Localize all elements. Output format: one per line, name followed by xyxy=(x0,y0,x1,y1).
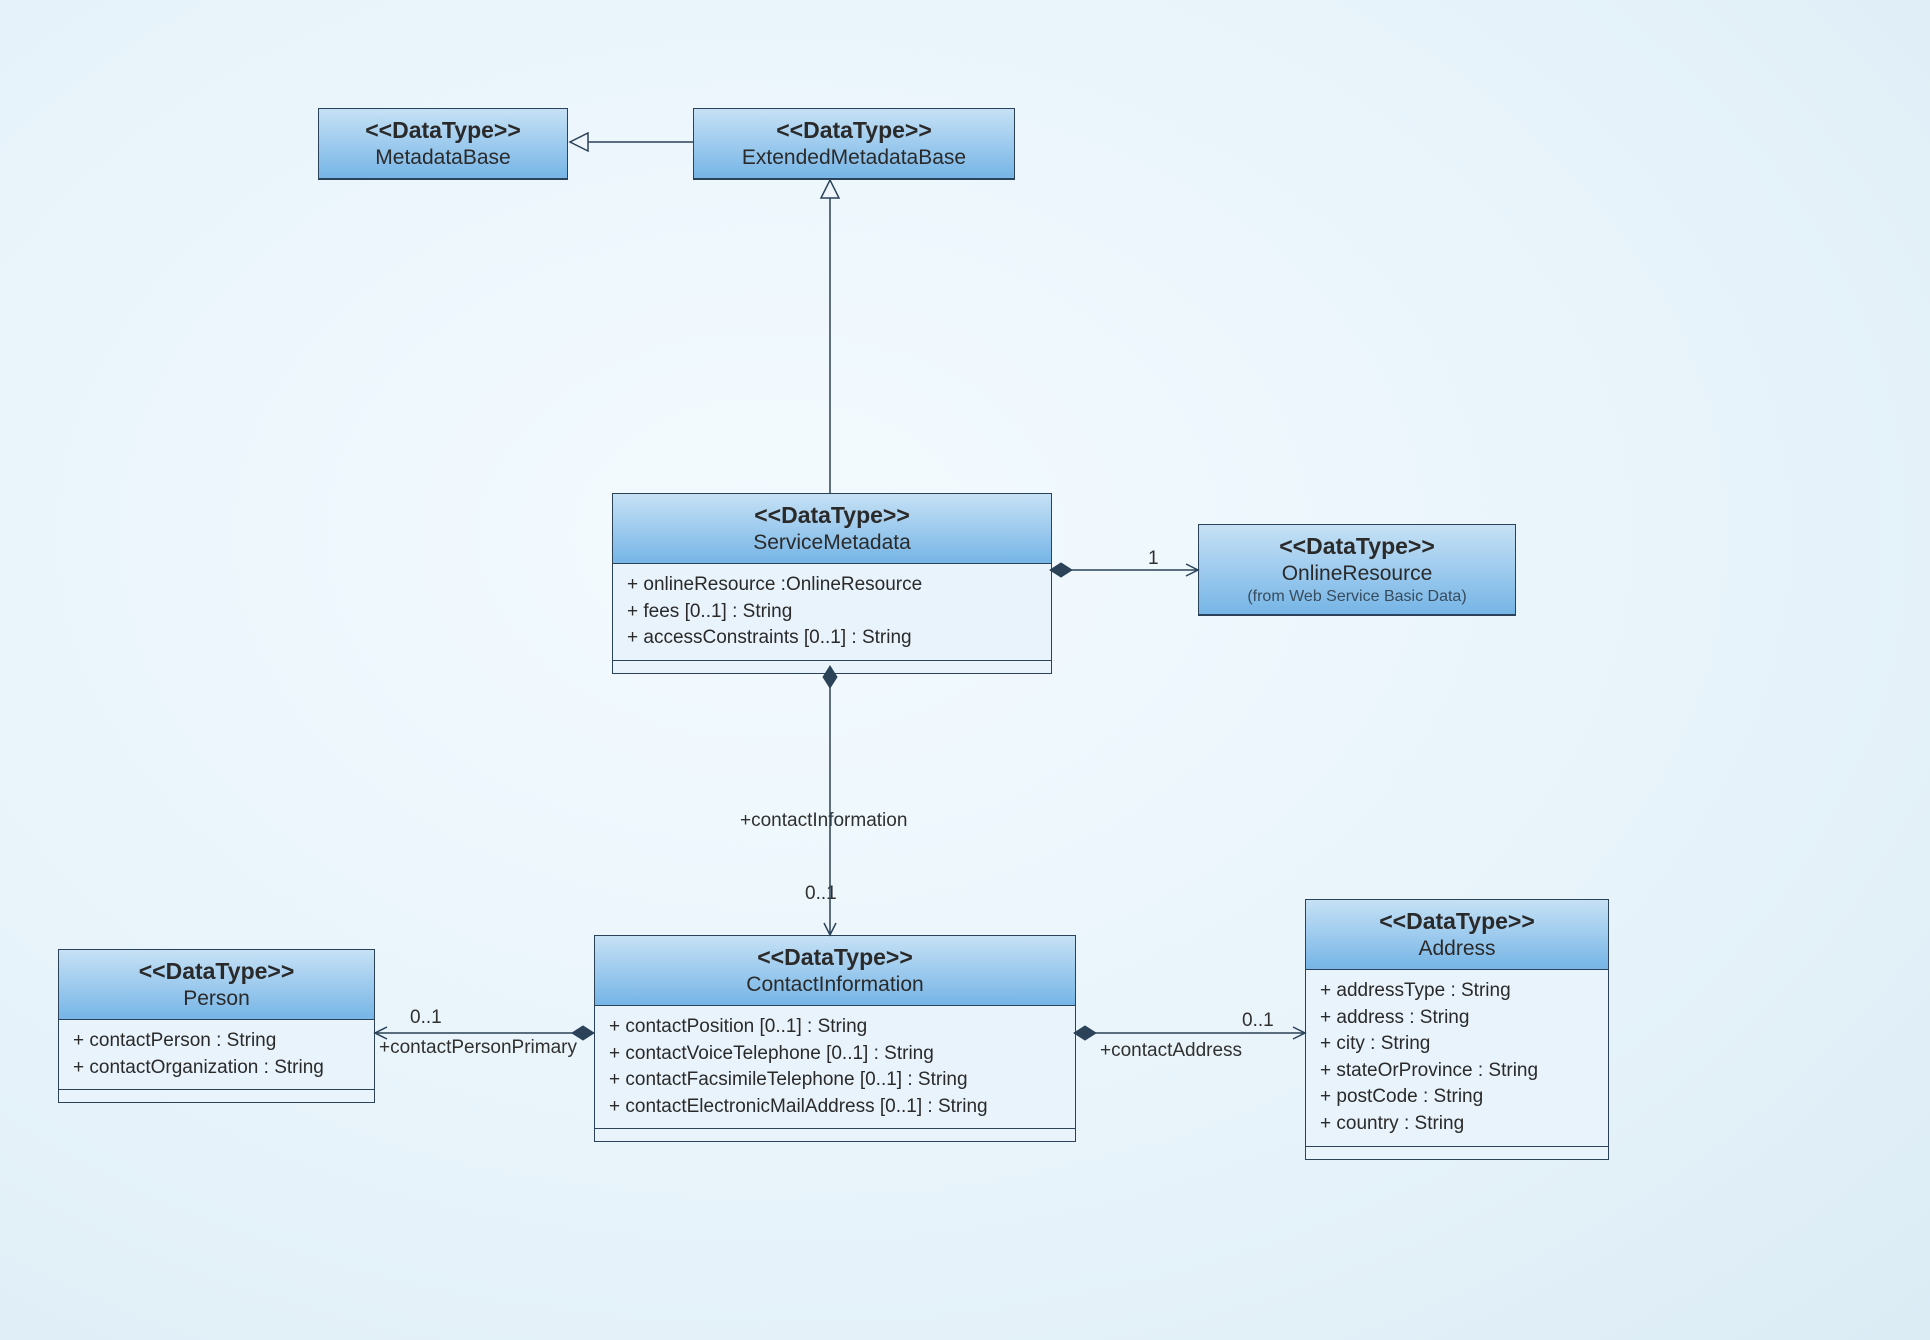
class-person: <<DataType>> Person + contactPerson : St… xyxy=(58,949,375,1103)
label-contact-information-role: +contactInformation xyxy=(740,810,907,832)
label-contact-information-mult: 0..1 xyxy=(805,883,837,905)
attr: + contactPosition [0..1] : String xyxy=(609,1014,1061,1041)
class-name: ContactInformation xyxy=(607,973,1063,997)
stereotype: <<DataType>> xyxy=(607,944,1063,971)
class-attributes: + contactPosition [0..1] : String + cont… xyxy=(595,1006,1075,1129)
label-online-resource-mult: 1 xyxy=(1148,548,1159,570)
stereotype: <<DataType>> xyxy=(71,958,362,985)
class-name: Address xyxy=(1318,937,1596,961)
stereotype: <<DataType>> xyxy=(706,117,1002,144)
class-operations xyxy=(59,1090,374,1102)
class-operations xyxy=(1306,1147,1608,1159)
class-metadata-base: <<DataType>> MetadataBase xyxy=(318,108,568,180)
class-name: Person xyxy=(71,987,362,1011)
label-contact-person-primary: +contactPersonPrimary xyxy=(379,1037,577,1059)
attr: + country : String xyxy=(1320,1111,1594,1138)
attr: + postCode : String xyxy=(1320,1084,1594,1111)
uml-diagram-canvas: <<DataType>> MetadataBase <<DataType>> E… xyxy=(0,0,1930,1340)
label-person-mult: 0..1 xyxy=(410,1007,442,1029)
class-service-metadata: <<DataType>> ServiceMetadata + onlineRes… xyxy=(612,493,1052,674)
attr: + contactFacsimileTelephone [0..1] : Str… xyxy=(609,1067,1061,1094)
attr: + accessConstraints [0..1] : String xyxy=(627,625,1037,652)
class-online-resource: <<DataType>> OnlineResource (from Web Se… xyxy=(1198,524,1516,616)
label-address-mult: 0..1 xyxy=(1242,1010,1274,1032)
attr: + contactElectronicMailAddress [0..1] : … xyxy=(609,1094,1061,1121)
class-subnote: (from Web Service Basic Data) xyxy=(1211,588,1503,606)
stereotype: <<DataType>> xyxy=(1211,533,1503,560)
class-name: ServiceMetadata xyxy=(625,531,1039,555)
attr: + contactVoiceTelephone [0..1] : String xyxy=(609,1041,1061,1068)
attr: + contactPerson : String xyxy=(73,1028,360,1055)
class-attributes: + contactPerson : String + contactOrgani… xyxy=(59,1020,374,1090)
class-operations xyxy=(595,1129,1075,1141)
class-name: MetadataBase xyxy=(331,146,555,170)
class-address: <<DataType>> Address + addressType : Str… xyxy=(1305,899,1609,1160)
label-contact-address: +contactAddress xyxy=(1100,1040,1242,1062)
class-extended-metadata-base: <<DataType>> ExtendedMetadataBase xyxy=(693,108,1015,180)
class-operations xyxy=(613,661,1051,673)
attr: + address : String xyxy=(1320,1005,1594,1032)
attr: + contactOrganization : String xyxy=(73,1055,360,1082)
attr: + stateOrProvince : String xyxy=(1320,1058,1594,1085)
class-attributes: + addressType : String + address : Strin… xyxy=(1306,970,1608,1147)
class-contact-information: <<DataType>> ContactInformation + contac… xyxy=(594,935,1076,1142)
attr: + addressType : String xyxy=(1320,978,1594,1005)
attr: + onlineResource :OnlineResource xyxy=(627,572,1037,599)
stereotype: <<DataType>> xyxy=(1318,908,1596,935)
attr: + city : String xyxy=(1320,1031,1594,1058)
stereotype: <<DataType>> xyxy=(331,117,555,144)
class-name: ExtendedMetadataBase xyxy=(706,146,1002,170)
stereotype: <<DataType>> xyxy=(625,502,1039,529)
class-attributes: + onlineResource :OnlineResource + fees … xyxy=(613,564,1051,661)
class-name: OnlineResource xyxy=(1211,562,1503,586)
attr: + fees [0..1] : String xyxy=(627,599,1037,626)
